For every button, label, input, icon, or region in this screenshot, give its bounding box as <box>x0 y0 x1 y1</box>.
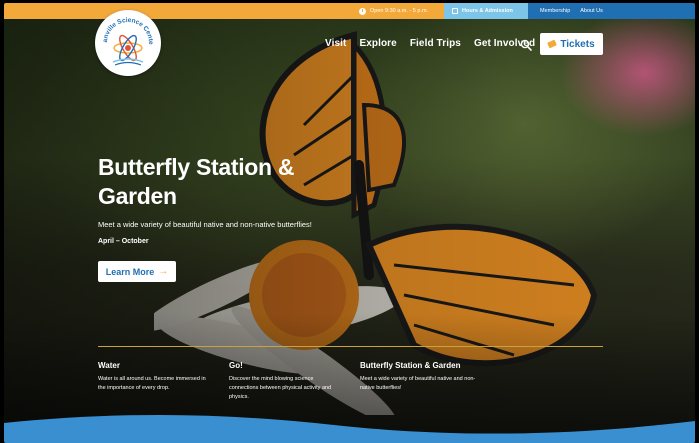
svg-text:Danville Science Center: Danville Science Center <box>95 10 154 45</box>
feature-divider <box>98 346 603 347</box>
feature-title: Water <box>98 361 120 370</box>
bottom-wave <box>4 414 695 443</box>
atom-logo-icon: Danville Science Center <box>95 10 154 66</box>
clock-icon <box>359 7 366 15</box>
site-logo[interactable]: Danville Science Center <box>95 10 161 76</box>
feature-title: Butterfly Station & Garden <box>360 361 461 370</box>
hero-subtitle: Meet a wide variety of beautiful native … <box>98 220 312 229</box>
main-nav: Visit Explore Field Trips Get Involved <box>325 38 535 49</box>
hours-admission-label: Hours & Admission <box>462 8 513 14</box>
tickets-label: Tickets <box>560 38 595 50</box>
hero-dates: April – October <box>98 238 149 245</box>
nav-visit[interactable]: Visit <box>325 38 346 49</box>
search-icon[interactable] <box>520 39 532 51</box>
logo-text: Danville Science Center <box>95 10 154 45</box>
hours-info: Open 9:30 a.m. - 5 p.m. <box>359 3 428 19</box>
utility-links: Membership About Us <box>528 3 695 19</box>
hero-title: Butterfly Station & Garden <box>98 154 295 209</box>
hours-text: Open 9:30 a.m. - 5 p.m. <box>370 8 429 14</box>
arrow-right-icon: → <box>158 266 169 277</box>
feature-text: Meet a wide variety of beautiful native … <box>360 376 476 391</box>
feature-go[interactable]: Go! Discover the mind blowing science co… <box>229 361 344 402</box>
feature-title: Go! <box>229 361 243 370</box>
about-us-link[interactable]: About Us <box>580 8 603 14</box>
learn-more-button[interactable]: Learn More → <box>98 261 176 282</box>
membership-link[interactable]: Membership <box>540 8 570 14</box>
feature-text: Water is all around us. Become immersed … <box>98 376 206 391</box>
feature-text: Discover the mind blowing science connec… <box>229 376 332 400</box>
nav-explore[interactable]: Explore <box>359 38 396 49</box>
ticket-icon <box>547 39 558 49</box>
calendar-icon <box>452 8 458 14</box>
hours-admission-link[interactable]: Hours & Admission <box>444 3 528 19</box>
page: Open 9:30 a.m. - 5 p.m. Hours & Admissio… <box>4 3 695 443</box>
nav-field-trips[interactable]: Field Trips <box>410 38 461 49</box>
feature-butterfly[interactable]: Butterfly Station & Garden Meet a wide v… <box>360 361 480 393</box>
tickets-button[interactable]: Tickets <box>540 33 603 55</box>
feature-water[interactable]: Water Water is all around us. Become imm… <box>98 361 213 393</box>
learn-more-label: Learn More <box>105 266 155 277</box>
